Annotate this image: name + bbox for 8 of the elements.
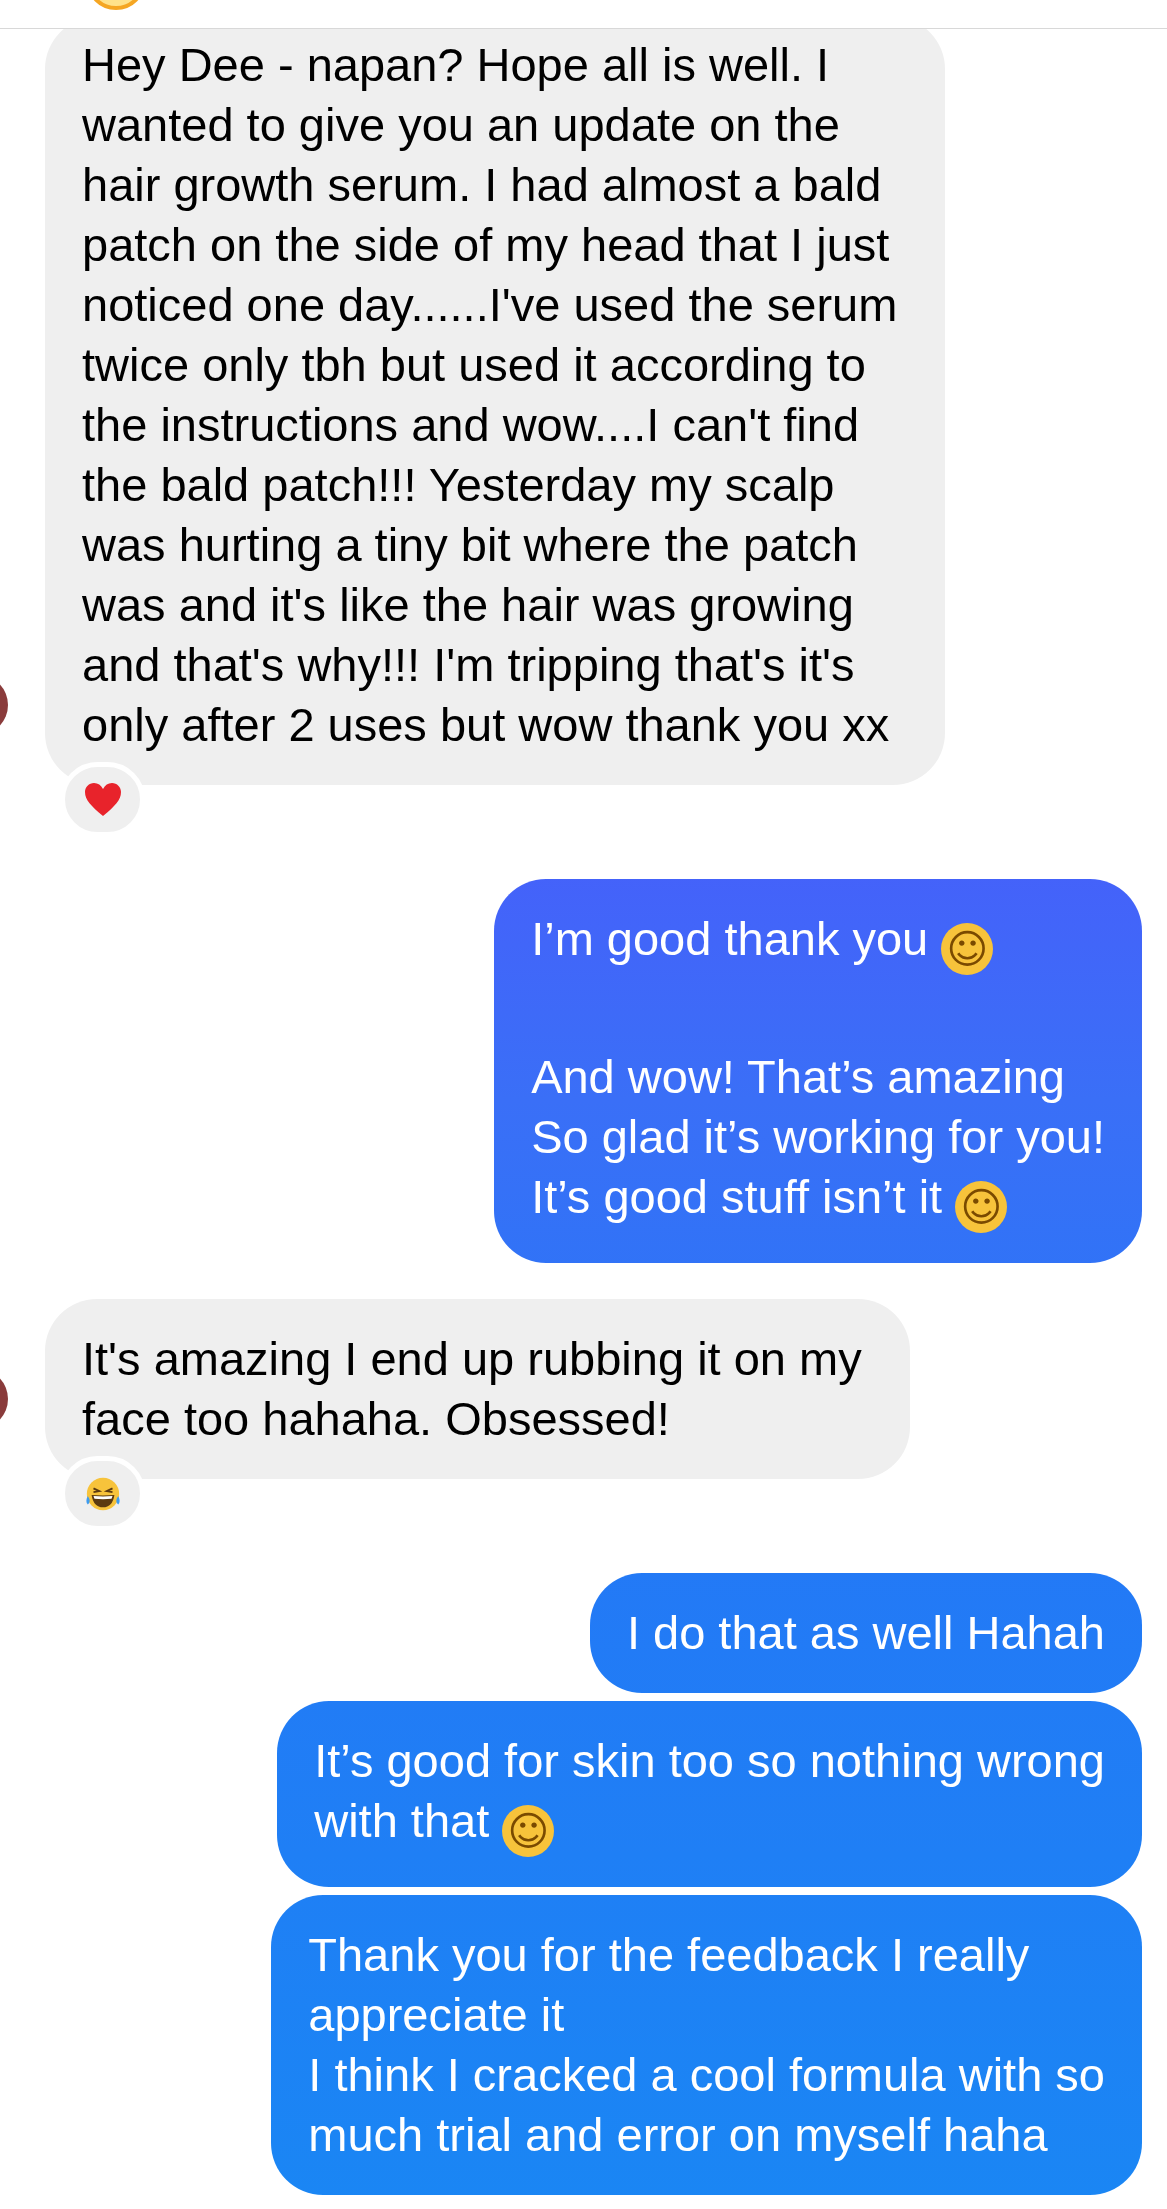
message-text: Thank you for the feedback I really appreciate it I think I cracked a cool formula with so much trial and error on myself haha bbox=[308, 1927, 1105, 2163]
message-text: And wow! That’s amazing So glad it’s working for you! It’s good stuff isn’t it ☺ bbox=[531, 1047, 1105, 1233]
message-text: It’s good for skin too so nothing wrong with that ☺ bbox=[314, 1731, 1105, 1857]
message-text: I do that as well Hahah bbox=[626, 1605, 1105, 1661]
message-text: I’m good thank you ☺ bbox=[531, 909, 1105, 975]
message-text: Hey Dee - napan? Hope all is well. I wanted to give you an update on the hair growth serum. I had almost a bald patch on the side of my head that I just noticed one day......I've used the serum twice only tbh but used it according to the instructions and wow....I can't find the bald patch!!! Yesterday my scalp was hurting a tiny bit where the patch was and it's like the hair was growing and that's why!!! I'm tripping that's it's only after 2 uses but wow thank you xx bbox=[82, 37, 898, 753]
message-text: It's amazing I end up rubbing it on my face too hahaha. Obsessed! bbox=[82, 1331, 862, 1447]
heart-icon bbox=[82, 780, 123, 819]
